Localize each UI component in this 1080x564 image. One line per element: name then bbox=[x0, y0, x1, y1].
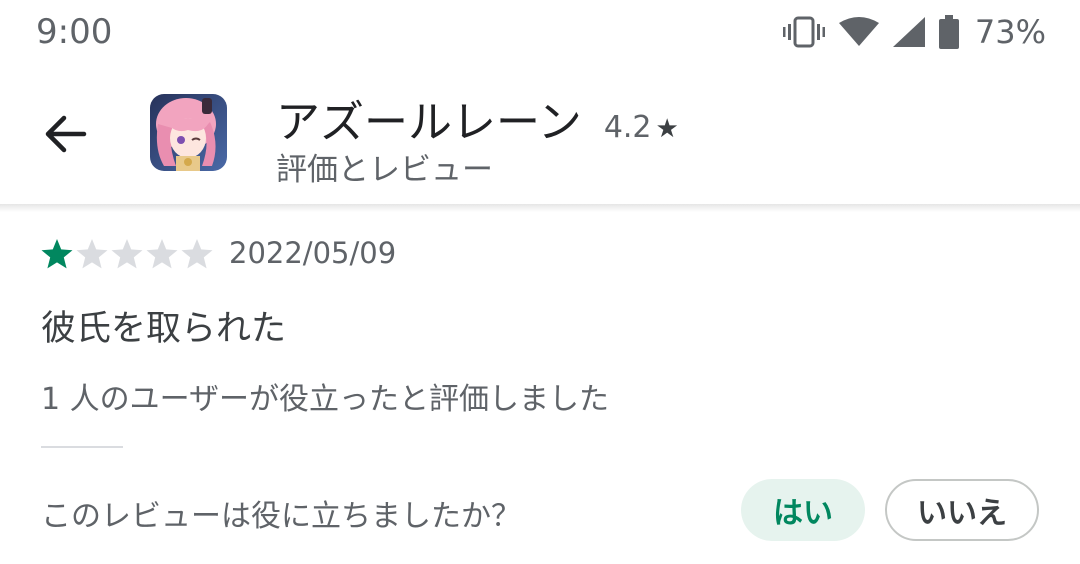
review-date: 2022/05/09 bbox=[229, 236, 397, 270]
app-title-row: アズールレーン 4.2 ★ bbox=[276, 86, 679, 150]
header-divider bbox=[0, 204, 1080, 212]
app-icon bbox=[150, 94, 227, 171]
yes-button[interactable]: はい bbox=[741, 479, 865, 541]
arrow-back-icon bbox=[45, 115, 87, 153]
status-bar: 9:00 73% bbox=[0, 0, 1080, 66]
cell-signal-icon bbox=[892, 17, 925, 47]
status-time: 9:00 bbox=[36, 12, 113, 52]
app-rating: 4.2 bbox=[603, 110, 652, 145]
no-button[interactable]: いいえ bbox=[885, 479, 1039, 541]
star-filled-icon bbox=[41, 239, 73, 269]
star-empty-icon bbox=[181, 239, 213, 269]
battery-percentage: 73% bbox=[974, 13, 1046, 51]
status-icons: 73% bbox=[782, 12, 1046, 52]
helpful-question: このレビューは役に立ちましたか？ bbox=[41, 499, 521, 534]
wifi-icon bbox=[838, 17, 879, 46]
star-empty-icon bbox=[111, 239, 143, 269]
vibrate-icon bbox=[782, 16, 825, 48]
review-text: 彼氏を取られた bbox=[41, 309, 287, 349]
star-empty-icon bbox=[76, 239, 108, 269]
helpful-count: 1 人のユーザーが役立ったと評価しました bbox=[41, 382, 610, 417]
divider bbox=[41, 446, 123, 448]
app-title: アズールレーン bbox=[276, 97, 582, 148]
back-button[interactable] bbox=[44, 112, 102, 156]
page-subtitle: 評価とレビュー bbox=[276, 152, 493, 188]
review-star-rating bbox=[40, 238, 215, 270]
star-empty-icon bbox=[146, 239, 178, 269]
rating-star-icon: ★ bbox=[655, 114, 679, 144]
battery-icon bbox=[938, 15, 959, 49]
